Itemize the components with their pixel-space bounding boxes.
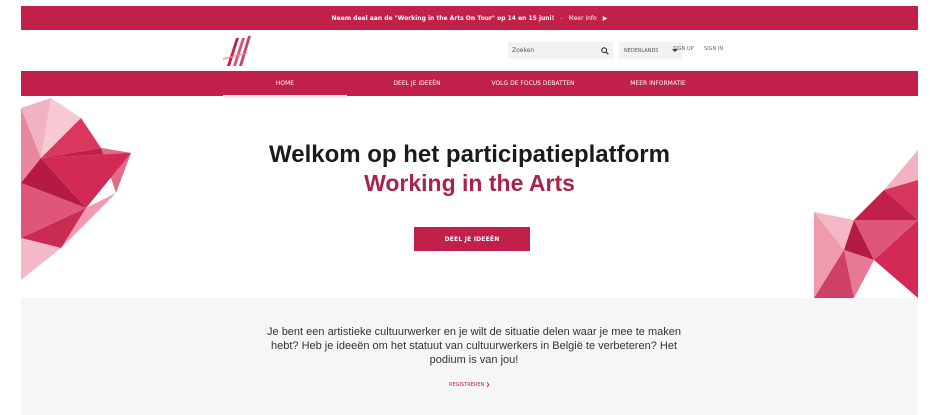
nav-item-focus-debates[interactable]: VOLG DE FOCUS DEBATTEN: [481, 71, 585, 96]
decorative-polygons-right: [814, 150, 918, 298]
search-icon[interactable]: [601, 46, 609, 55]
logo[interactable]: [221, 34, 255, 68]
promo-more-info-link[interactable]: Meer info: [569, 15, 597, 22]
sign-up-link[interactable]: SIGN UP: [673, 46, 694, 52]
promo-text: Neem deel aan de "Working in the Arts On…: [331, 14, 555, 22]
promo-banner: Neem deel aan de "Working in the Arts On…: [21, 6, 918, 30]
intro-text: Je bent een artistieke cultuurwerker en …: [267, 326, 681, 366]
promo-arrow-icon: ▶: [602, 14, 608, 22]
nav-item-share-ideas[interactable]: DEEL JE IDEEËN: [367, 71, 467, 96]
register-link[interactable]: REGISTREREN ❯: [21, 382, 918, 388]
language-label: NEDERLANDS: [624, 47, 659, 54]
hero-subtitle: Working in the Arts: [364, 170, 575, 196]
sign-in-link[interactable]: SIGN IN: [704, 46, 723, 52]
hero-title: Welkom op het participatieplatform: [269, 141, 670, 168]
promo-separator: -: [560, 14, 563, 22]
search-box[interactable]: [508, 42, 613, 59]
intro-section: Je bent een artistieke cultuurwerker en …: [21, 298, 918, 415]
nav-item-more-info[interactable]: MEER INFORMATIE: [613, 71, 703, 96]
hero-section: Welkom op het participatieplatform Worki…: [21, 98, 918, 298]
site-header: NEDERLANDS SIGN UP SIGN IN: [21, 30, 918, 71]
search-input[interactable]: [512, 47, 601, 54]
main-nav: HOME DEEL JE IDEEËN VOLG DE FOCUS DEBATT…: [21, 71, 918, 98]
share-ideas-button[interactable]: DEEL JE IDEEËN: [414, 227, 530, 251]
nav-item-home[interactable]: HOME: [223, 71, 347, 98]
